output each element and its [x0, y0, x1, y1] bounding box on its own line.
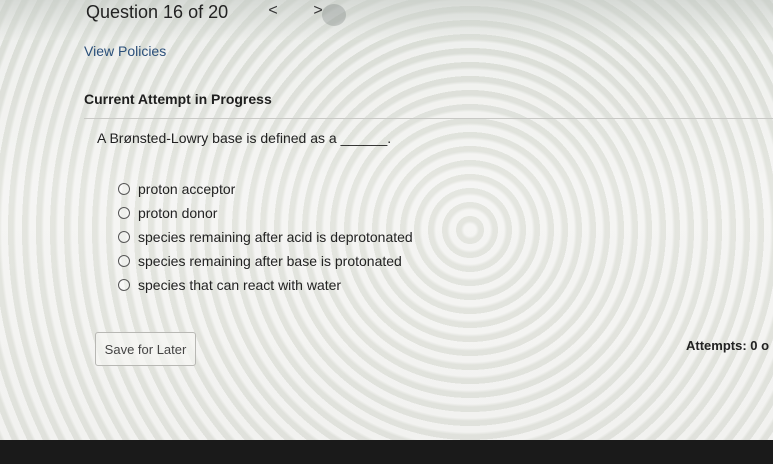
view-policies-link[interactable]: View Policies	[84, 43, 166, 59]
question-counter: Question 16 of 20	[86, 1, 229, 22]
answer-option[interactable]: proton donor	[118, 201, 413, 225]
save-for-later-button[interactable]: Save for Later	[95, 332, 196, 366]
answer-option[interactable]: species remaining after base is protonat…	[118, 249, 413, 273]
answer-option[interactable]: species remaining after acid is deproton…	[118, 225, 413, 249]
radio-button[interactable]	[118, 279, 130, 291]
answer-option-label: proton donor	[138, 205, 218, 221]
question-text: A Brønsted-Lowry base is defined as a __…	[97, 130, 392, 146]
next-question-button[interactable]: >	[308, 2, 328, 20]
answer-option-label: proton acceptor	[138, 181, 236, 197]
radio-button[interactable]	[118, 231, 130, 243]
answer-option[interactable]: species that can react with water	[118, 273, 413, 297]
answer-options: proton acceptor proton donor species rem…	[118, 177, 413, 297]
question-header: Question 16 of 20	[86, 0, 228, 24]
attempt-status-title: Current Attempt in Progress	[84, 91, 272, 107]
radio-button[interactable]	[118, 183, 130, 195]
radio-button[interactable]	[118, 255, 130, 267]
answer-option-label: species remaining after base is protonat…	[138, 253, 402, 269]
divider	[84, 118, 773, 119]
answer-option-label: species remaining after acid is deproton…	[138, 229, 413, 245]
radio-button[interactable]	[118, 207, 130, 219]
prev-question-button[interactable]: <	[263, 2, 283, 20]
answer-option-label: species that can react with water	[138, 277, 342, 293]
bottom-edge	[0, 440, 773, 464]
attempts-counter: Attempts: 0 o	[686, 338, 770, 353]
answer-option[interactable]: proton acceptor	[118, 177, 413, 201]
